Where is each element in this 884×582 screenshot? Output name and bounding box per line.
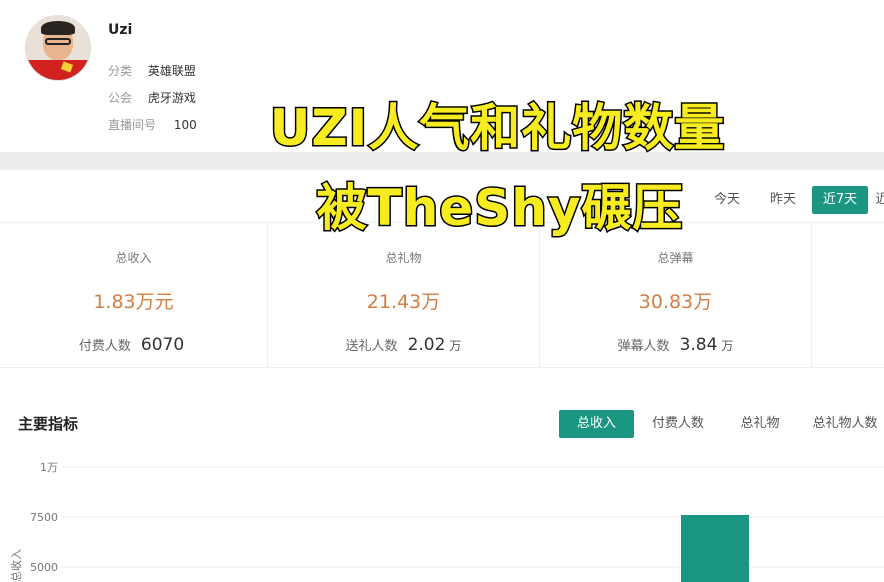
guild-label: 公会 — [108, 91, 133, 105]
stat-label: 总收入 — [115, 251, 152, 265]
y-tick-label: 5000 — [30, 561, 58, 574]
metrics-title: 主要指标 — [18, 415, 79, 433]
guild-row: 公会 虎牙游戏 — [108, 89, 196, 106]
stat-value: 1.83万元 — [93, 291, 174, 313]
stat-sub: 送礼人数 2.02 万 — [345, 335, 462, 355]
y-tick-label: 7500 — [30, 511, 58, 524]
room-value: 100 — [173, 118, 197, 132]
y-tick-label: 1万 — [40, 461, 58, 474]
stat-label: 总弹幕 — [657, 251, 694, 265]
filter-yesterday[interactable]: 昨天 — [756, 186, 810, 214]
stat-card-danmu: 总弹幕 30.83万 弹幕人数 3.84 万 — [540, 223, 812, 367]
tab-gift-users[interactable]: 总礼物人数 — [806, 410, 884, 438]
stat-card-income: 总收入 1.83万元 付费人数 6070 — [0, 223, 268, 367]
stats-panel: 总收入 1.83万元 付费人数 6070 总礼物 21.43万 送礼人数 2.02 万… — [0, 222, 884, 368]
tab-total-gifts[interactable]: 总礼物 — [728, 410, 792, 438]
stat-card-gifts: 总礼物 21.43万 送礼人数 2.02 万 — [268, 223, 540, 367]
stat-sub-value: 6070 — [140, 335, 185, 355]
room-label: 直播间号 — [108, 118, 157, 132]
stat-value: 21.43万 — [366, 291, 441, 313]
avatar[interactable] — [25, 15, 91, 81]
y-axis-label: 总收入 — [9, 549, 23, 582]
category-row: 分类 英雄联盟 — [108, 62, 196, 79]
chart-bar[interactable] — [681, 515, 749, 582]
income-bar-chart: 1万 7500 5000 总收入 — [9, 461, 884, 582]
category-value[interactable]: 英雄联盟 — [148, 64, 196, 78]
stat-sub: 付费人数 6070 — [78, 335, 185, 355]
overlay-headline-line2: 被TheShy碾压 — [315, 178, 684, 239]
filter-more[interactable]: 近 — [872, 186, 884, 214]
room-row: 直播间号 100 — [108, 116, 197, 133]
streamer-name: Uzi — [108, 22, 133, 38]
stat-sub-value: 2.02 — [407, 335, 446, 355]
filter-last7[interactable]: 近7天 — [812, 186, 868, 214]
guild-value[interactable]: 虎牙游戏 — [148, 91, 196, 105]
tab-paying-users[interactable]: 付费人数 — [642, 410, 714, 438]
stat-sub-value: 3.84 — [679, 335, 718, 355]
stat-label: 总礼物 — [385, 251, 422, 265]
stat-value: 30.83万 — [638, 291, 713, 313]
category-label: 分类 — [108, 64, 133, 78]
tab-total-income[interactable]: 总收入 — [559, 410, 634, 438]
overlay-headline-line1: UZI人气和礼物数量 — [268, 98, 726, 159]
stat-sub: 弹幕人数 3.84 万 — [617, 335, 734, 355]
